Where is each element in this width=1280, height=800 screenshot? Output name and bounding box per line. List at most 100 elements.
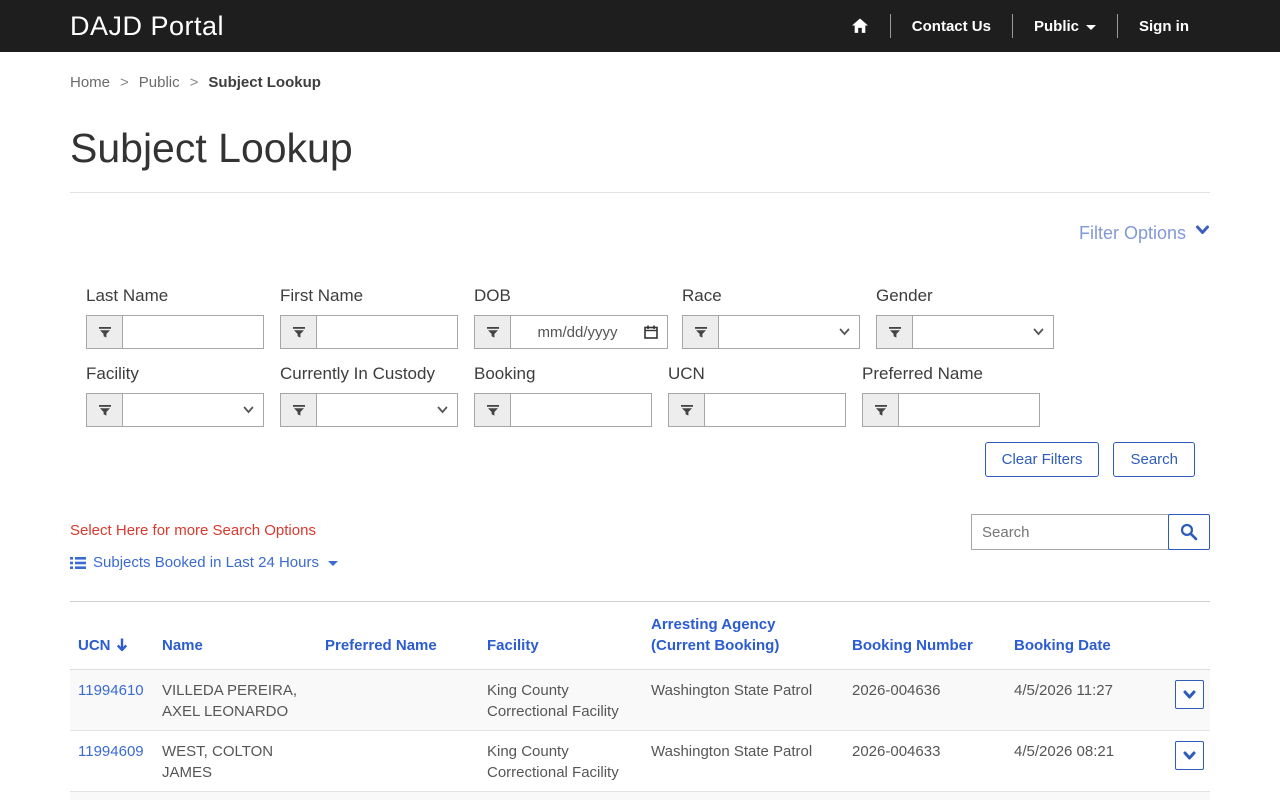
race-select-value[interactable] — [719, 316, 839, 348]
column-header-name[interactable]: Name — [154, 602, 317, 670]
booking-date-cell: 4/5/2026 11:27 — [1006, 670, 1162, 731]
filter-group-dob: DOB — [474, 286, 668, 349]
chevron-down-icon — [1195, 224, 1210, 236]
gender-select-value[interactable] — [913, 316, 1033, 348]
chevron-down-icon — [1183, 690, 1196, 700]
brand-title[interactable]: DAJD Portal — [70, 11, 224, 42]
more-search-options-link[interactable]: Select Here for more Search Options — [70, 514, 338, 539]
filter-group-ucn: UCN — [668, 364, 846, 427]
filter-group-last-name: Last Name — [86, 286, 264, 349]
ucn-input[interactable] — [705, 394, 845, 426]
facility-select-value[interactable] — [123, 394, 243, 426]
filter-funnel-icon[interactable] — [281, 394, 317, 426]
filter-funnel-icon[interactable] — [877, 316, 913, 348]
booked-last-24-label: Subjects Booked in Last 24 Hours — [93, 554, 319, 571]
breadcrumb-separator: > — [120, 74, 129, 91]
booking-number-cell: 2026-004632 — [844, 792, 1006, 800]
ucn-header-label: UCN — [78, 637, 111, 654]
caret-down-icon — [1086, 25, 1096, 30]
filter-funnel-icon[interactable] — [475, 316, 511, 348]
gender-label: Gender — [876, 286, 1054, 306]
arresting-agency-cell: Seattle Police — [643, 792, 844, 800]
filter-group-booking: Booking — [474, 364, 652, 427]
preferred-name-input[interactable] — [899, 394, 1039, 426]
nav-public-menu[interactable]: Public — [1013, 18, 1117, 35]
row-expand-button[interactable] — [1175, 680, 1204, 709]
results-table: UCN Name Preferred Name Facility Arresti… — [70, 601, 1210, 800]
filter-options-row: Filter Options — [70, 223, 1210, 244]
booking-input[interactable] — [511, 394, 651, 426]
mid-row: Select Here for more Search Options Subj… — [70, 514, 1210, 571]
filter-group-preferred-name: Preferred Name — [862, 364, 1040, 427]
quick-search — [971, 514, 1210, 550]
dob-input[interactable] — [511, 316, 644, 348]
table-row: 11994610 VILLEDA PEREIRA, AXEL LEONARDO … — [70, 670, 1210, 731]
filter-funnel-icon[interactable] — [281, 316, 317, 348]
gender-select[interactable] — [876, 315, 1054, 349]
last-name-label: Last Name — [86, 286, 264, 306]
quick-search-button[interactable] — [1168, 514, 1210, 550]
arresting-agency-cell: Washington State Patrol — [643, 670, 844, 731]
column-header-booking-number[interactable]: Booking Number — [844, 602, 1006, 670]
facility-cell: King County Correctional Facility — [479, 792, 643, 800]
column-header-arresting-agency[interactable]: Arresting Agency (Current Booking) — [643, 602, 844, 670]
sort-descending-icon — [115, 637, 129, 652]
column-header-preferred-name[interactable]: Preferred Name — [317, 602, 479, 670]
caret-down-icon — [328, 561, 338, 566]
race-label: Race — [682, 286, 860, 306]
filter-options-toggle[interactable]: Filter Options — [1079, 223, 1210, 244]
nav-contact-us[interactable]: Contact Us — [891, 18, 1012, 35]
home-button[interactable] — [830, 18, 890, 34]
breadcrumb-home[interactable]: Home — [70, 74, 110, 91]
column-header-facility[interactable]: Facility — [479, 602, 643, 670]
table-header-row: UCN Name Preferred Name Facility Arresti… — [70, 602, 1210, 670]
arresting-agency-cell: Washington State Patrol — [643, 731, 844, 792]
breadcrumb-public[interactable]: Public — [139, 74, 180, 91]
booking-date-cell: 4/5/2026 08:21 — [1006, 731, 1162, 792]
calendar-icon[interactable] — [644, 316, 667, 348]
select-chevron-icon — [243, 394, 263, 426]
select-chevron-icon — [437, 394, 457, 426]
breadcrumb-current: Subject Lookup — [208, 74, 321, 91]
booked-last-24-link[interactable]: Subjects Booked in Last 24 Hours — [70, 554, 338, 571]
custody-select-value[interactable] — [317, 394, 437, 426]
column-header-booking-date[interactable]: Booking Date — [1006, 602, 1162, 670]
navbar-links: Contact Us Public Sign in — [830, 14, 1210, 38]
name-cell: VILLEDA PEREIRA, AXEL LEONARDO — [154, 670, 317, 731]
ucn-link[interactable]: 11994610 — [78, 682, 144, 699]
column-header-actions — [1162, 602, 1210, 670]
filter-funnel-icon[interactable] — [475, 394, 511, 426]
nav-public-label: Public — [1034, 18, 1079, 35]
nav-sign-in[interactable]: Sign in — [1118, 18, 1210, 35]
row-expand-button[interactable] — [1175, 741, 1204, 770]
top-navbar: DAJD Portal Contact Us Public Sign in — [0, 0, 1280, 52]
nav-contact-us-label: Contact Us — [912, 18, 991, 35]
filter-funnel-icon[interactable] — [669, 394, 705, 426]
title-divider — [70, 192, 1210, 193]
filter-funnel-icon[interactable] — [87, 394, 123, 426]
dob-label: DOB — [474, 286, 668, 306]
filter-funnel-icon[interactable] — [683, 316, 719, 348]
preferred-name-label: Preferred Name — [862, 364, 1040, 384]
ucn-link[interactable]: 11994609 — [78, 743, 144, 760]
select-chevron-icon — [839, 316, 859, 348]
search-button[interactable]: Search — [1113, 442, 1195, 477]
mid-links: Select Here for more Search Options Subj… — [70, 514, 338, 571]
facility-cell: King County Correctional Facility — [479, 670, 643, 731]
table-row: 11994608 Garcia-Victor, A King County Co… — [70, 792, 1210, 800]
column-header-ucn[interactable]: UCN — [70, 602, 154, 670]
first-name-input[interactable] — [317, 316, 457, 348]
filter-group-first-name: First Name — [280, 286, 458, 349]
chevron-down-icon — [1183, 751, 1196, 761]
custody-select[interactable] — [280, 393, 458, 427]
filter-funnel-icon[interactable] — [87, 316, 123, 348]
clear-filters-button[interactable]: Clear Filters — [985, 442, 1100, 477]
filter-options-label: Filter Options — [1079, 223, 1186, 244]
booking-number-cell: 2026-004636 — [844, 670, 1006, 731]
filter-group-custody: Currently In Custody — [280, 364, 458, 427]
race-select[interactable] — [682, 315, 860, 349]
facility-select[interactable] — [86, 393, 264, 427]
last-name-input[interactable] — [123, 316, 263, 348]
quick-search-input[interactable] — [971, 514, 1169, 550]
filter-funnel-icon[interactable] — [863, 394, 899, 426]
